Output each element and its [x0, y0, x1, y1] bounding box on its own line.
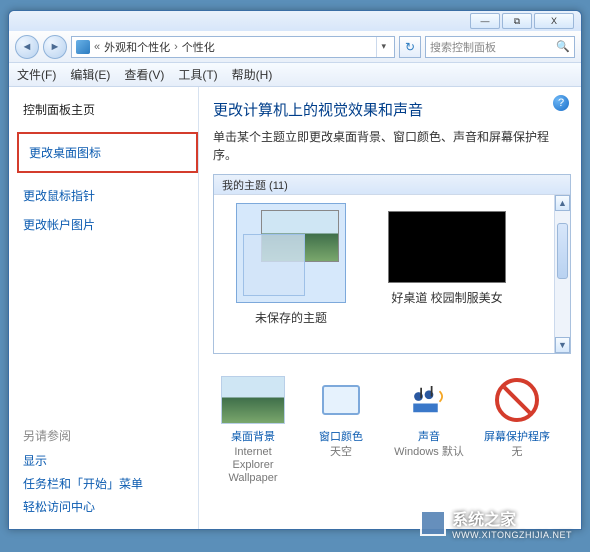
- card-label: 屏幕保护程序: [484, 428, 550, 444]
- theme-name: 未保存的主题: [255, 309, 327, 326]
- watermark-text: 系统之家: [452, 506, 572, 530]
- menu-help[interactable]: 帮助(H): [232, 66, 273, 83]
- menu-bar: 文件(F) 编辑(E) 查看(V) 工具(T) 帮助(H): [9, 63, 581, 87]
- page-heading: 更改计算机上的视觉效果和声音: [213, 99, 571, 120]
- search-placeholder: 搜索控制面板: [430, 39, 496, 55]
- card-screensaver[interactable]: 屏幕保护程序 无: [477, 376, 557, 486]
- thumbnail-overlay: [243, 234, 305, 296]
- card-window-color[interactable]: 窗口颜色 天空: [301, 376, 381, 486]
- window-color-icon: [309, 376, 373, 424]
- card-sublabel: 天空: [330, 446, 352, 459]
- themes-list-box: 我的主题 (11) 未保存的主题 好桌道 校园制服美女: [213, 174, 571, 354]
- address-bar[interactable]: « 外观和个性化 › 个性化 ▾: [71, 36, 395, 58]
- close-button[interactable]: X: [534, 13, 574, 29]
- theme-item-haozhuodao[interactable]: 好桌道 校园制服美女: [378, 203, 516, 326]
- settings-cards: 桌面背景 Internet Explorer Wallpaper 窗口颜色 天空…: [213, 376, 571, 486]
- sound-icon: [397, 376, 461, 424]
- menu-tools[interactable]: 工具(T): [178, 66, 217, 83]
- card-sublabel: 无: [512, 446, 523, 459]
- sidebar-link-taskbar[interactable]: 任务栏和「开始」菜单: [23, 475, 198, 492]
- themes-scrollbar[interactable]: ▲ ▼: [554, 195, 570, 353]
- see-also-section: 另请参阅 显示 任务栏和「开始」菜单 轻松访问中心: [23, 427, 198, 529]
- theme-thumbnail: [236, 203, 346, 303]
- see-also-heading: 另请参阅: [23, 427, 198, 444]
- back-button[interactable]: ◄: [15, 35, 39, 59]
- sidebar-link-display[interactable]: 显示: [23, 452, 198, 469]
- card-label: 窗口颜色: [319, 428, 363, 444]
- watermark: 系统之家 WWW.XITONGZHIJIA.NET: [420, 506, 572, 540]
- card-label: 桌面背景: [231, 428, 275, 444]
- card-desktop-background[interactable]: 桌面背景 Internet Explorer Wallpaper: [213, 376, 293, 486]
- highlight-box: 更改桌面图标: [17, 132, 198, 173]
- card-sublabel: Internet Explorer Wallpaper: [213, 446, 293, 486]
- forward-button[interactable]: ►: [43, 35, 67, 59]
- window-body: 控制面板主页 更改桌面图标 更改鼠标指针 更改帐户图片 另请参阅 显示 任务栏和…: [9, 87, 581, 529]
- themes-list: 未保存的主题 好桌道 校园制服美女: [214, 195, 570, 334]
- card-label: 声音: [418, 428, 440, 444]
- card-sublabel: Windows 默认: [394, 446, 464, 459]
- sidebar-link-mouse-pointers[interactable]: 更改鼠标指针: [23, 187, 198, 204]
- page-description: 单击某个主题立即更改桌面背景、窗口颜色、声音和屏幕保护程序。: [213, 128, 571, 164]
- watermark-url: WWW.XITONGZHIJIA.NET: [452, 530, 572, 540]
- desktop-background-icon: [221, 376, 285, 424]
- menu-file[interactable]: 文件(F): [17, 66, 56, 83]
- breadcrumb-appearance[interactable]: 外观和个性化: [104, 39, 170, 55]
- minimize-button[interactable]: —: [470, 13, 500, 29]
- search-input[interactable]: 搜索控制面板 🔍: [425, 36, 575, 58]
- maximize-button[interactable]: ⧉: [502, 13, 532, 29]
- sidebar-home-link[interactable]: 控制面板主页: [23, 101, 198, 118]
- card-sound[interactable]: 声音 Windows 默认: [389, 376, 469, 486]
- screensaver-icon: [485, 376, 549, 424]
- theme-name: 好桌道 校园制服美女: [391, 289, 502, 306]
- search-icon: 🔍: [556, 40, 570, 53]
- menu-view[interactable]: 查看(V): [124, 66, 164, 83]
- theme-item-unsaved[interactable]: 未保存的主题: [222, 203, 360, 326]
- breadcrumb-root-arrow[interactable]: «: [94, 41, 100, 53]
- sidebar-link-ease-of-access[interactable]: 轻松访问中心: [23, 498, 198, 515]
- content-area: ? 更改计算机上的视觉效果和声音 单击某个主题立即更改桌面背景、窗口颜色、声音和…: [199, 87, 581, 529]
- help-icon[interactable]: ?: [553, 95, 569, 111]
- control-panel-icon: [76, 40, 90, 54]
- scroll-up-button[interactable]: ▲: [555, 195, 570, 211]
- navigation-bar: ◄ ► « 外观和个性化 › 个性化 ▾ ↻ 搜索控制面板 🔍: [9, 31, 581, 63]
- breadcrumb-arrow-1: ›: [174, 41, 178, 53]
- sidebar-link-desktop-icons[interactable]: 更改桌面图标: [29, 144, 186, 161]
- sidebar: 控制面板主页 更改桌面图标 更改鼠标指针 更改帐户图片 另请参阅 显示 任务栏和…: [9, 87, 199, 529]
- scroll-down-button[interactable]: ▼: [555, 337, 570, 353]
- control-panel-window: — ⧉ X ◄ ► « 外观和个性化 › 个性化 ▾ ↻ 搜索控制面板 🔍 文件…: [8, 10, 582, 530]
- breadcrumb-personalization[interactable]: 个性化: [182, 39, 215, 55]
- scroll-thumb[interactable]: [557, 223, 568, 279]
- refresh-button[interactable]: ↻: [399, 36, 421, 58]
- themes-header: 我的主题 (11): [214, 175, 570, 195]
- address-dropdown[interactable]: ▾: [376, 37, 390, 57]
- sidebar-link-account-picture[interactable]: 更改帐户图片: [23, 216, 198, 233]
- menu-edit[interactable]: 编辑(E): [70, 66, 110, 83]
- theme-thumbnail: [388, 211, 506, 283]
- watermark-logo-icon: [420, 510, 446, 536]
- titlebar: — ⧉ X: [9, 11, 581, 31]
